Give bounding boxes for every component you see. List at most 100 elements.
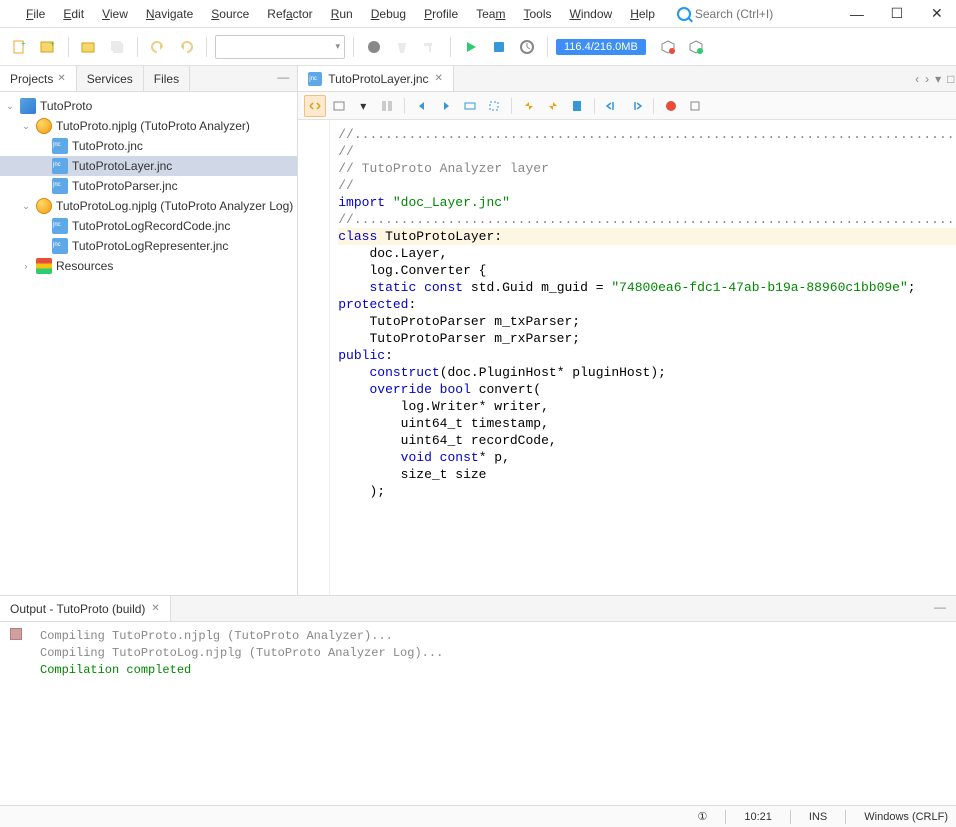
editor-tab-active[interactable]: TutoProtoLayer.jnc ✕ [298, 66, 454, 91]
menu-navigate[interactable]: Navigate [138, 3, 201, 25]
menu-help[interactable]: Help [622, 3, 663, 25]
redo-button[interactable] [174, 35, 198, 59]
svg-text:+: + [50, 39, 55, 48]
maximize-button[interactable]: ☐ [877, 0, 917, 28]
build-button[interactable] [362, 35, 386, 59]
new-file-button[interactable]: + [8, 35, 32, 59]
close-icon[interactable]: ✕ [151, 603, 159, 614]
menu-profile[interactable]: Profile [416, 3, 466, 25]
save-all-button[interactable] [105, 35, 129, 59]
menu-source[interactable]: Source [203, 3, 257, 25]
debug-button[interactable] [487, 35, 511, 59]
minimize-output-button[interactable]: — [924, 596, 956, 621]
file-icon [52, 178, 68, 194]
menu-run[interactable]: Run [323, 3, 361, 25]
source-button[interactable] [304, 95, 326, 117]
tree-file4[interactable]: TutoProtoLogRecordCode.jnc [0, 216, 297, 236]
prev-tab-button[interactable]: ‹ [915, 72, 919, 86]
close-icon[interactable]: ✕ [57, 73, 65, 84]
memory-indicator[interactable]: 116.4/216.0MB [556, 39, 646, 55]
prev-bookmark-button[interactable] [518, 95, 540, 117]
tab-list-button[interactable]: ▾ [935, 72, 941, 86]
history-button[interactable] [328, 95, 350, 117]
macro-stop-button[interactable] [684, 95, 706, 117]
output-tab[interactable]: Output - TutoProto (build) ✕ [0, 596, 171, 621]
chevron-right-icon[interactable]: › [20, 260, 32, 272]
menu-debug[interactable]: Debug [363, 3, 414, 25]
close-icon[interactable]: ✕ [435, 73, 443, 84]
minimize-button[interactable]: — [837, 0, 877, 28]
quick-search[interactable] [677, 7, 835, 21]
menu-view[interactable]: View [94, 3, 136, 25]
tab-files[interactable]: Files [144, 66, 190, 91]
project-icon [20, 98, 36, 114]
svg-text:+: + [21, 39, 26, 48]
minimize-panel-button[interactable]: — [269, 66, 297, 91]
menu-bar: File Edit View Navigate Source Refactor … [0, 0, 956, 28]
new-project-button[interactable]: + [36, 35, 60, 59]
code-editor[interactable]: //......................................… [298, 120, 956, 595]
toggle-bookmark-button[interactable] [566, 95, 588, 117]
config-selector[interactable] [215, 35, 345, 59]
notifications-icon[interactable]: ① [698, 810, 708, 823]
insert-mode[interactable]: INS [809, 811, 827, 823]
menu-edit[interactable]: Edit [55, 3, 92, 25]
clean-button[interactable] [390, 35, 414, 59]
hammer-button[interactable] [418, 35, 442, 59]
diff-button[interactable] [376, 95, 398, 117]
menu-team[interactable]: Team [468, 3, 513, 25]
output-content[interactable]: Compiling TutoProto.njplg (TutoProto Ana… [0, 622, 956, 805]
cube-icon-1[interactable] [656, 35, 680, 59]
menu-refactor[interactable]: Refactor [259, 3, 320, 25]
file-icon [52, 138, 68, 154]
tab-projects[interactable]: Projects ✕ [0, 66, 77, 91]
editor-tab-controls: ‹ › ▾ □ [907, 66, 956, 91]
output-tabs: Output - TutoProto (build) ✕ — [0, 596, 956, 622]
code-gutter [298, 120, 330, 595]
tree-file1[interactable]: TutoProto.jnc [0, 136, 297, 156]
output-marker-icon [10, 628, 22, 640]
menu-tools[interactable]: Tools [515, 3, 559, 25]
close-button[interactable]: ✕ [917, 0, 956, 28]
tab-services[interactable]: Services [77, 66, 144, 91]
projects-panel: Projects ✕ Services Files — ⌄TutoProto ⌄… [0, 66, 298, 595]
tree-pkg2[interactable]: ⌄TutoProtoLog.njplg (TutoProto Analyzer … [0, 196, 297, 216]
tree-pkg1[interactable]: ⌄TutoProto.njplg (TutoProto Analyzer) [0, 116, 297, 136]
chevron-down-icon[interactable]: ⌄ [20, 200, 32, 212]
next-bookmark-button[interactable] [542, 95, 564, 117]
package-icon [36, 118, 52, 134]
find-prev-button[interactable] [483, 95, 505, 117]
editor-tabs: TutoProtoLayer.jnc ✕ ‹ › ▾ □ [298, 66, 956, 92]
chevron-down-icon[interactable]: ⌄ [20, 120, 32, 132]
nav-forward-button[interactable] [435, 95, 457, 117]
chevron-down-icon[interactable]: ⌄ [4, 100, 16, 112]
cube-icon-2[interactable] [684, 35, 708, 59]
tree-file3[interactable]: TutoProtoParser.jnc [0, 176, 297, 196]
panel-tabs: Projects ✕ Services Files — [0, 66, 297, 92]
next-tab-button[interactable]: › [925, 72, 929, 86]
shift-left-button[interactable] [601, 95, 623, 117]
file-icon [308, 72, 322, 86]
shift-right-button[interactable] [625, 95, 647, 117]
menu-window[interactable]: Window [562, 3, 621, 25]
run-button[interactable] [459, 35, 483, 59]
file-icon [52, 238, 68, 254]
find-selection-button[interactable] [459, 95, 481, 117]
project-tree: ⌄TutoProto ⌄TutoProto.njplg (TutoProto A… [0, 92, 297, 595]
tree-resources[interactable]: ›Resources [0, 256, 297, 276]
menu-file[interactable]: File [18, 3, 53, 25]
profile-button[interactable] [515, 35, 539, 59]
macro-record-button[interactable] [660, 95, 682, 117]
resources-icon [36, 258, 52, 274]
undo-button[interactable] [146, 35, 170, 59]
search-input[interactable] [695, 7, 835, 21]
tree-file2[interactable]: TutoProtoLayer.jnc [0, 156, 297, 176]
open-button[interactable] [77, 35, 101, 59]
tree-root[interactable]: ⌄TutoProto [0, 96, 297, 116]
tree-file5[interactable]: TutoProtoLogRepresenter.jnc [0, 236, 297, 256]
dropdown-button[interactable]: ▾ [352, 95, 374, 117]
main-toolbar: + + 116.4/216.0MB [0, 28, 956, 66]
line-ending[interactable]: Windows (CRLF) [864, 811, 948, 823]
maximize-editor-button[interactable]: □ [947, 72, 954, 86]
nav-back-button[interactable] [411, 95, 433, 117]
